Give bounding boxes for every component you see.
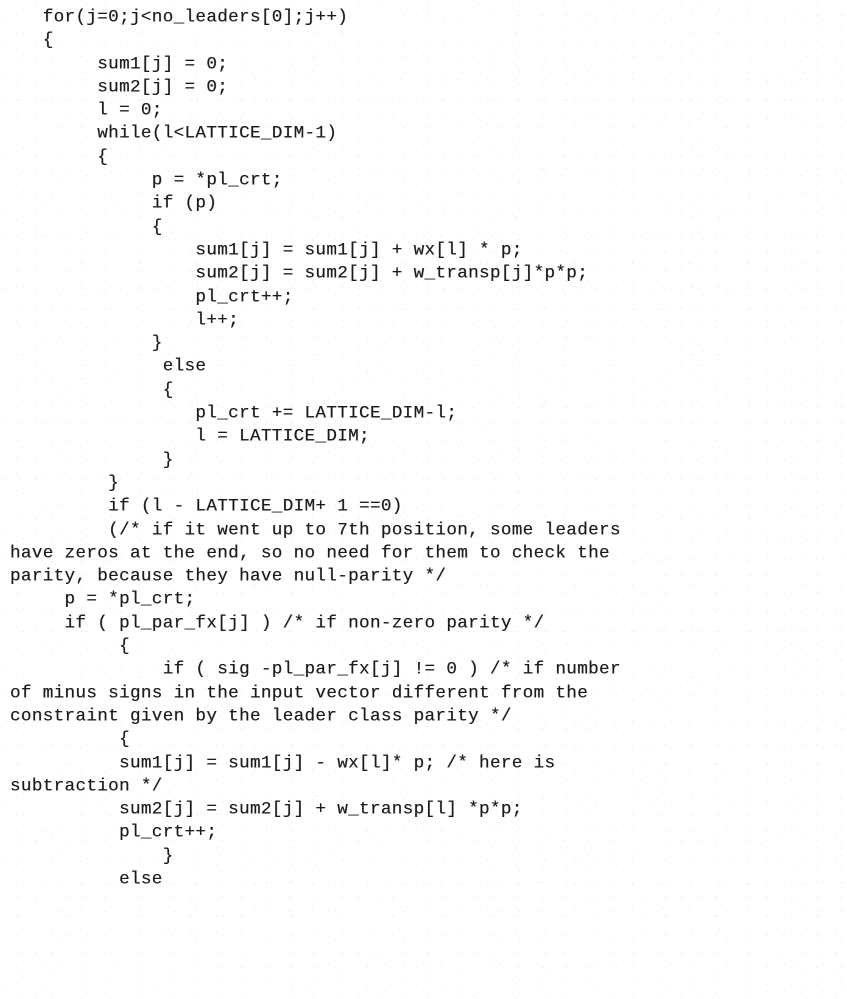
code-line: { xyxy=(10,379,174,401)
code-line: } xyxy=(10,472,120,494)
code-line: if ( sig -pl_par_fx[j] != 0 ) /* if numb… xyxy=(10,659,621,680)
code-listing: for(j=0;j<no_leaders[0];j++) { sum1[j] =… xyxy=(0,0,847,891)
code-line: of minus signs in the input vector diffe… xyxy=(10,682,589,704)
code-line: sum2[j] = 0; xyxy=(10,76,229,98)
code-line: while(l<LATTICE_DIM-1) xyxy=(10,123,338,144)
code-line: have zeros at the end, so no need for th… xyxy=(10,542,610,564)
code-line: } xyxy=(10,333,163,354)
code-line: else xyxy=(10,869,163,890)
code-line: { xyxy=(10,30,54,51)
scanned-page: for(j=0;j<no_leaders[0];j++) { sum1[j] =… xyxy=(0,0,847,999)
code-line: sum1[j] = sum1[j] + wx[l] * p; xyxy=(10,239,523,261)
code-line: if (l - LATTICE_DIM+ 1 ==0) xyxy=(10,496,403,517)
code-line: { xyxy=(10,729,130,750)
code-line: parity, because they have null-parity */ xyxy=(10,566,447,587)
code-line: for(j=0;j<no_leaders[0];j++) xyxy=(10,7,349,28)
code-line: p = *pl_crt; xyxy=(10,589,196,610)
code-line: sum1[j] = sum1[j] - wx[l]* p; /* here is xyxy=(10,752,556,773)
code-line: sum2[j] = sum2[j] + w_transp[j]*p*p; xyxy=(10,263,589,284)
code-line: sum2[j] = sum2[j] + w_transp[l] *p*p; xyxy=(10,799,523,820)
code-line: { xyxy=(10,636,130,657)
code-line: subtraction */ xyxy=(10,775,163,797)
code-line: } xyxy=(10,449,174,471)
code-line: } xyxy=(10,845,174,867)
code-line: (/* if it went up to 7th position, some … xyxy=(10,519,621,540)
code-line: pl_crt++; xyxy=(10,822,218,843)
code-line: else xyxy=(10,356,207,377)
code-line: pl_crt += LATTICE_DIM-l; xyxy=(10,403,458,424)
code-line: l = 0; xyxy=(10,100,163,121)
code-line: { xyxy=(10,216,163,238)
code-line: l++; xyxy=(10,309,240,331)
code-line: pl_crt++; xyxy=(10,286,294,307)
code-line: if ( pl_par_fx[j] ) /* if non-zero parit… xyxy=(10,612,545,634)
code-line: { xyxy=(10,146,109,168)
code-line: sum1[j] = 0; xyxy=(10,53,229,75)
code-line: if (p) xyxy=(10,193,218,214)
code-line: p = *pl_crt; xyxy=(10,170,283,191)
code-line: constraint given by the leader class par… xyxy=(10,705,512,727)
code-line: l = LATTICE_DIM; xyxy=(10,426,370,447)
